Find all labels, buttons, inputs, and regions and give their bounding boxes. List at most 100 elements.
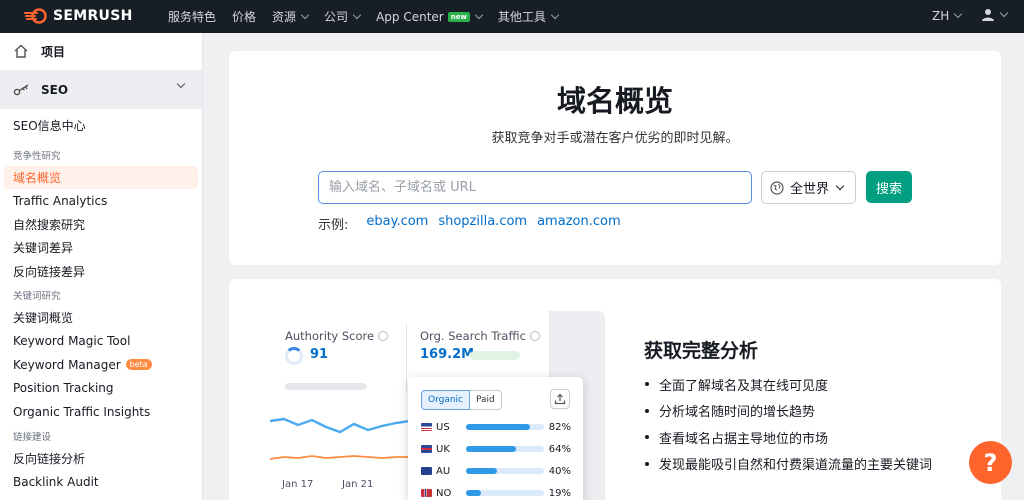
sidebar-item-organic-research[interactable]: 自然搜索研究	[0, 213, 202, 237]
page-title: 域名概览	[556, 84, 673, 118]
sidebar-item-label: Keyword Manager	[13, 357, 121, 372]
traffic-bar-placeholder	[470, 351, 520, 360]
country-code: NO	[436, 487, 452, 499]
feature-bullet: 全面了解域名及其在线可见度	[645, 371, 932, 398]
us-flag-icon	[421, 423, 432, 431]
sidebar-item-label: 关键词概览	[13, 311, 74, 326]
user-icon	[982, 9, 994, 21]
tab-paid[interactable]: Paid	[470, 390, 502, 410]
domain-search-input[interactable]	[318, 171, 752, 204]
country-code: AU	[436, 465, 451, 477]
language-label: ZH	[932, 9, 950, 23]
country-share: 64%	[548, 443, 571, 455]
nav-label: 价格	[232, 10, 257, 24]
sidebar-item-organic-traffic-insights[interactable]: Organic Traffic Insights	[0, 400, 202, 424]
examples-label: 示例:	[318, 218, 349, 233]
page-subtitle: 获取竞争对手或潜在客户优劣的即时见解。	[491, 131, 739, 146]
sidebar-section-seo[interactable]: SEO	[0, 70, 202, 109]
help-button[interactable]: ?	[969, 441, 1012, 484]
sidebar-item-keyword-overview[interactable]: 关键词概览	[0, 306, 202, 330]
nav-features[interactable]: 服务特色	[168, 8, 216, 25]
sidebar-item-label: 关键词差异	[13, 241, 74, 256]
nav-company[interactable]: 公司	[324, 8, 362, 25]
authority-score-ring	[285, 347, 303, 365]
example-link[interactable]: ebay.com	[366, 214, 428, 233]
sidebar-item-keyword-gap[interactable]: 关键词差异	[0, 236, 202, 260]
sidebar-group-title: 竞争性研究	[13, 150, 61, 162]
share-bar	[466, 468, 544, 474]
share-bar	[466, 446, 544, 452]
chevron-down-icon	[954, 9, 963, 19]
sidebar-item-projects[interactable]: 项目	[0, 33, 202, 69]
globe-icon	[770, 180, 784, 195]
feature-bullet: 分析域名随时间的增长趋势	[645, 398, 932, 425]
sidebar-item-backlink-audit[interactable]: Backlink Audit	[0, 470, 202, 494]
metric-label: Org. Search Traffic	[420, 329, 526, 343]
region-value: 全世界	[790, 182, 830, 197]
nav-other-tools[interactable]: 其他工具	[497, 8, 560, 25]
info-icon	[529, 331, 540, 341]
sidebar-item-traffic-analytics[interactable]: Traffic Analytics	[0, 189, 202, 213]
trend-chart-illustration	[270, 417, 410, 460]
share-bar-fill	[466, 446, 516, 452]
feature-bullet: 发现最能吸引自然和付费渠道流量的主要关键词	[645, 451, 932, 478]
sidebar-item-seo-dashboard[interactable]: SEO信息中心	[0, 114, 202, 138]
tab-organic[interactable]: Organic	[421, 390, 471, 410]
example-link[interactable]: amazon.com	[537, 214, 621, 233]
feature-title: 获取完整分析	[644, 340, 759, 362]
semrush-logo[interactable]: SEMRUSH	[24, 8, 133, 24]
sidebar-item-keyword-magic-tool[interactable]: Keyword Magic Tool	[0, 330, 202, 354]
nav-pricing[interactable]: 价格	[232, 8, 256, 25]
share-bar	[466, 424, 544, 430]
sidebar-item-keyword-manager[interactable]: Keyword Manager beta	[0, 353, 202, 377]
share-bar-fill	[466, 468, 498, 474]
sidebar-item-label: 自然搜索研究	[13, 217, 86, 232]
nav-label: 资源	[272, 10, 297, 24]
seo-key-icon	[13, 83, 29, 95]
sidebar-group-title: 关键词研究	[13, 291, 61, 302]
country-share: 40%	[548, 465, 571, 477]
chevron-down-icon	[999, 8, 1009, 18]
sidebar-item-label: 反向链接差异	[13, 264, 86, 279]
country-distribution-popup: Organic Paid US 82% UK 64% AU 40% NO 19%	[408, 377, 583, 500]
sidebar-item-label: 域名概览	[13, 170, 62, 185]
no-flag-icon	[421, 489, 432, 497]
chevron-down-icon	[300, 10, 310, 19]
top-navigation-bar: SEMRUSH 服务特色 价格 资源 公司 App Center new 其他工具…	[0, 0, 1024, 33]
export-button[interactable]	[550, 389, 570, 409]
chevron-down-icon	[550, 10, 560, 19]
beta-badge: beta	[125, 359, 152, 371]
uk-flag-icon	[421, 445, 432, 453]
traffic-type-tabs: Organic Paid	[421, 390, 502, 410]
example-link[interactable]: shopzilla.com	[438, 214, 527, 233]
share-bar-fill	[466, 490, 481, 496]
sidebar-item-label: Keyword Magic Tool	[13, 334, 131, 349]
domain-search-card: 域名概览 获取竞争对手或潜在客户优劣的即时见解。 全世界 搜索 示例: ebay…	[229, 51, 1001, 265]
nav-label: App Center	[376, 9, 444, 24]
user-menu[interactable]	[981, 8, 1009, 22]
sidebar-item-position-tracking[interactable]: Position Tracking	[0, 377, 202, 401]
nav-resources[interactable]: 资源	[272, 8, 310, 25]
sidebar-item-label: Traffic Analytics	[13, 193, 108, 208]
search-button[interactable]: 搜索	[866, 171, 912, 203]
sidebar-item-backlink-gap[interactable]: 反向链接差异	[0, 260, 202, 284]
nav-label: 服务特色	[168, 10, 217, 24]
sidebar-item-domain-overview[interactable]: 域名概览	[4, 165, 198, 189]
divider	[406, 323, 407, 393]
info-icon	[378, 331, 389, 341]
date-label: Jan 17	[282, 479, 314, 490]
sidebar-section-label: SEO	[41, 82, 69, 97]
chevron-down-icon	[835, 181, 845, 190]
language-selector[interactable]: ZH	[932, 9, 963, 23]
nav-app-center[interactable]: App Center new	[376, 9, 484, 24]
sidebar-item-backlink-analytics[interactable]: 反向链接分析	[0, 447, 202, 471]
skeleton-bar	[285, 383, 367, 390]
example-domains: 示例: ebay.com shopzilla.com amazon.com	[318, 214, 631, 233]
au-flag-icon	[421, 467, 432, 475]
nav-label: 其他工具	[497, 10, 546, 24]
country-code: UK	[436, 443, 450, 455]
sidebar-item-label: Organic Traffic Insights	[13, 404, 151, 419]
home-icon	[14, 44, 28, 58]
region-select[interactable]: 全世界	[761, 171, 856, 204]
share-bar	[466, 490, 544, 496]
